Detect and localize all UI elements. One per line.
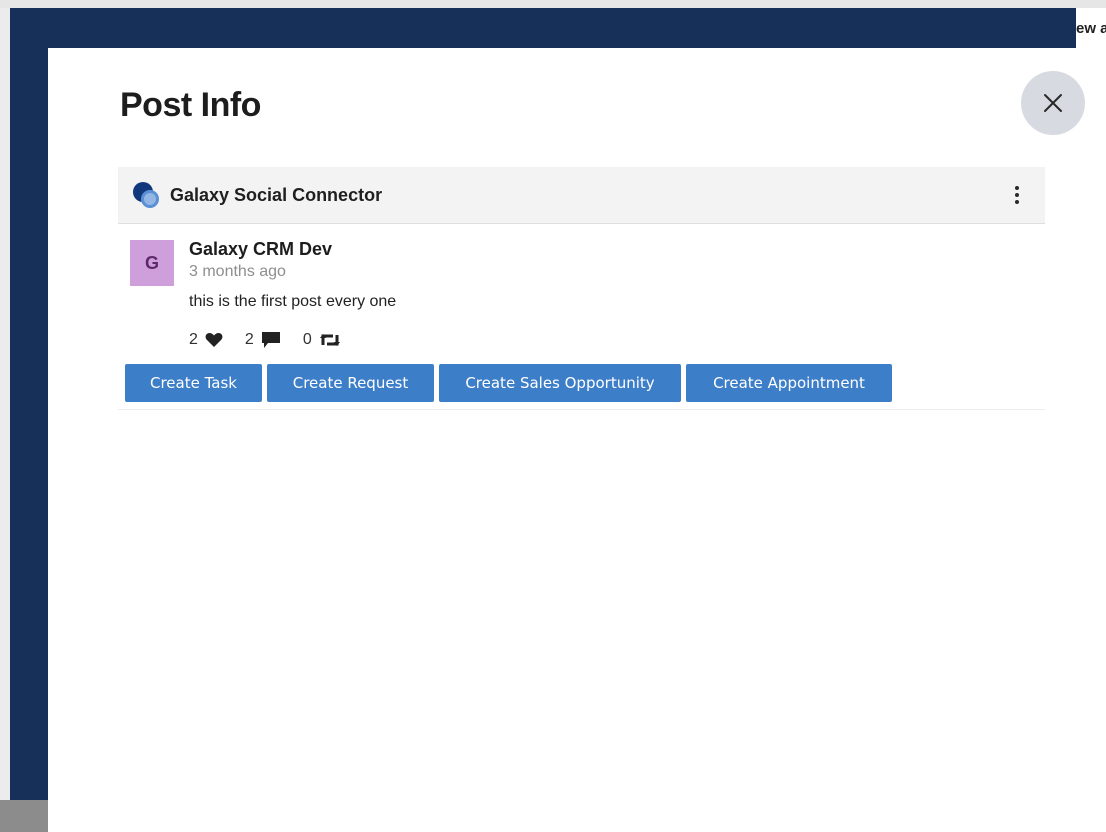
post-stats: 2 2 0 xyxy=(189,331,363,349)
post-card: Galaxy Social Connector G Galaxy CRM Dev… xyxy=(118,167,1045,410)
create-request-button[interactable]: Create Request xyxy=(267,364,434,402)
comment-icon xyxy=(261,332,280,348)
create-appointment-button[interactable]: Create Appointment xyxy=(686,364,892,402)
connector-title: Galaxy Social Connector xyxy=(170,184,383,205)
comments-count: 2 xyxy=(244,331,254,348)
create-sales-opportunity-button[interactable]: Create Sales Opportunity xyxy=(439,364,681,402)
card-header: Galaxy Social Connector xyxy=(118,167,1045,224)
comments-stat[interactable]: 2 xyxy=(245,331,281,349)
likes-stat[interactable]: 2 xyxy=(189,331,223,349)
backdrop-top-strip xyxy=(0,0,1106,8)
post-author[interactable]: Galaxy CRM Dev xyxy=(189,239,332,260)
post-info-modal: Post Info Galaxy Social Connector G Gala… xyxy=(48,48,1106,832)
post-text: this is the first post every one xyxy=(189,293,397,310)
close-button[interactable] xyxy=(1021,71,1085,135)
modal-title: Post Info xyxy=(120,86,261,124)
avatar: G xyxy=(130,240,174,286)
retweet-icon xyxy=(319,334,340,346)
heart-icon xyxy=(205,333,223,347)
galaxy-logo-icon xyxy=(133,182,159,208)
backdrop-left-edge xyxy=(0,8,10,832)
post-actions: Create Task Create Request Create Sales … xyxy=(125,364,897,402)
backdrop-bottom-left xyxy=(0,800,48,832)
more-vertical-icon xyxy=(1015,186,1019,204)
background-peek-text: ew a xyxy=(1076,20,1106,37)
shares-stat[interactable]: 0 xyxy=(303,331,341,349)
more-options-button[interactable] xyxy=(1003,181,1031,209)
post-timestamp: 3 months ago xyxy=(189,263,286,280)
likes-count: 2 xyxy=(189,331,198,348)
close-icon xyxy=(1044,94,1062,112)
shares-count: 0 xyxy=(302,331,312,348)
create-task-button[interactable]: Create Task xyxy=(125,364,262,402)
